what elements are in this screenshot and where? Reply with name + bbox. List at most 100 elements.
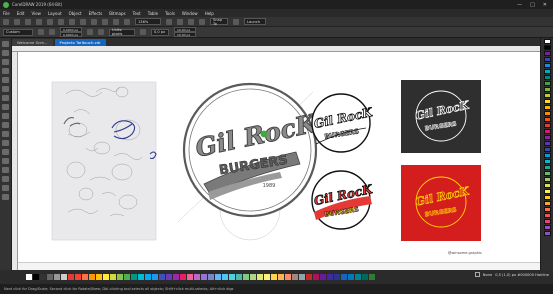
palette-swatch[interactable] — [124, 274, 130, 280]
drawing-canvas[interactable]: Gil RocK BURGERS 1989 Gil RocK BURGERS G… — [18, 52, 540, 270]
freehand-tool-icon[interactable] — [2, 77, 9, 83]
palette-swatch[interactable] — [543, 87, 551, 92]
logo-outline-variant[interactable]: Gil RocK BURGERS — [311, 93, 375, 153]
open-icon[interactable] — [14, 18, 20, 25]
nudge-distance-field[interactable]: 0,0 px — [151, 28, 169, 36]
palette-swatch[interactable] — [236, 274, 242, 280]
ellipse-tool-icon[interactable] — [2, 104, 9, 110]
logo-red-mockup[interactable]: Gil RocK BURGERS — [401, 165, 481, 241]
palette-swatch[interactable] — [543, 153, 551, 158]
palette-swatch[interactable] — [89, 274, 95, 280]
palette-swatch[interactable] — [166, 274, 172, 280]
crop-tool-icon[interactable] — [2, 59, 9, 65]
import-icon[interactable] — [102, 18, 108, 25]
palette-swatch[interactable] — [215, 274, 221, 280]
palette-swatch[interactable] — [229, 274, 235, 280]
palette-swatch[interactable] — [152, 274, 158, 280]
menu-effects[interactable]: Effects — [89, 11, 103, 16]
palette-swatch[interactable] — [68, 274, 74, 280]
close-button[interactable]: ✕ — [543, 2, 547, 8]
maximize-button[interactable]: □ — [530, 2, 535, 8]
polygon-tool-icon[interactable] — [2, 113, 9, 119]
palette-swatch[interactable] — [543, 183, 551, 188]
show-rulers-icon[interactable] — [177, 18, 183, 25]
palette-swatch[interactable] — [47, 274, 53, 280]
palette-swatch[interactable] — [543, 39, 551, 44]
page-width-field[interactable]: 0,0000 px — [60, 27, 82, 32]
show-grid-icon[interactable] — [188, 18, 194, 25]
menu-window[interactable]: Window — [182, 11, 198, 16]
export-icon[interactable] — [113, 18, 119, 25]
palette-swatch[interactable] — [543, 231, 551, 236]
palette-swatch[interactable] — [187, 274, 193, 280]
current-page-icon[interactable] — [98, 29, 104, 35]
palette-swatch[interactable] — [96, 274, 102, 280]
palette-swatch[interactable] — [543, 207, 551, 212]
zoom-level-select[interactable]: 136% — [135, 18, 161, 25]
palette-swatch[interactable] — [320, 274, 326, 280]
menu-view[interactable]: View — [31, 11, 41, 16]
palette-swatch[interactable] — [543, 159, 551, 164]
smart-fill-tool-icon[interactable] — [2, 185, 9, 191]
palette-swatch[interactable] — [271, 274, 277, 280]
palette-swatch[interactable] — [543, 99, 551, 104]
palette-swatch[interactable] — [543, 63, 551, 68]
palette-swatch[interactable] — [306, 274, 312, 280]
main-logo-grey[interactable]: Gil RocK BURGERS 1989 — [182, 82, 321, 218]
palette-swatch[interactable] — [327, 274, 333, 280]
page-size-select[interactable]: Custom — [3, 28, 33, 36]
document-navigator[interactable] — [18, 262, 540, 270]
palette-swatch[interactable] — [543, 57, 551, 62]
palette-swatch[interactable] — [543, 93, 551, 98]
palette-swatch[interactable] — [138, 274, 144, 280]
transparency-tool-icon[interactable] — [2, 158, 9, 164]
save-icon[interactable] — [25, 18, 31, 25]
units-select[interactable]: Units: pixels — [109, 28, 135, 36]
logo-dark-mockup[interactable]: Gil RocK BURGERS — [401, 80, 481, 153]
palette-swatch[interactable] — [355, 274, 361, 280]
palette-swatch[interactable] — [285, 274, 291, 280]
palette-swatch[interactable] — [278, 274, 284, 280]
pick-tool-icon[interactable] — [2, 41, 9, 47]
options-gear-icon[interactable] — [233, 18, 239, 25]
portrait-icon[interactable] — [38, 29, 44, 35]
fill-outline-indicator[interactable]: None 0,5 (1,0) px #000000 Hairline — [474, 272, 549, 277]
tab-welcome-screen[interactable]: Welcome Scre... — [12, 39, 53, 46]
text-tool-icon[interactable] — [2, 122, 9, 128]
print-icon[interactable] — [36, 18, 42, 25]
palette-swatch[interactable] — [208, 274, 214, 280]
palette-swatch[interactable] — [131, 274, 137, 280]
palette-swatch[interactable] — [222, 274, 228, 280]
palette-swatch[interactable] — [201, 274, 207, 280]
palette-swatch[interactable] — [543, 171, 551, 176]
publish-pdf-icon[interactable] — [124, 18, 130, 25]
palette-swatch[interactable] — [543, 225, 551, 230]
palette-swatch[interactable] — [110, 274, 116, 280]
menu-table[interactable]: Table — [148, 11, 158, 16]
menu-file[interactable]: File — [3, 11, 10, 16]
rectangle-tool-icon[interactable] — [2, 95, 9, 101]
menu-tools[interactable]: Tools — [165, 11, 175, 16]
duplicate-distance-x-field[interactable]: 10,00 px — [174, 27, 196, 32]
palette-swatch[interactable] — [543, 69, 551, 74]
palette-swatch[interactable] — [543, 219, 551, 224]
menu-text[interactable]: Text — [133, 11, 141, 16]
redo-icon[interactable] — [91, 18, 97, 25]
palette-swatch[interactable] — [543, 213, 551, 218]
palette-swatch[interactable] — [543, 201, 551, 206]
zoom-tool-icon[interactable] — [2, 68, 9, 74]
palette-swatch[interactable] — [543, 189, 551, 194]
palette-swatch[interactable] — [369, 274, 375, 280]
connector-tool-icon[interactable] — [2, 140, 9, 146]
palette-swatch[interactable] — [194, 274, 200, 280]
palette-swatch[interactable] — [26, 274, 32, 280]
landscape-icon[interactable] — [49, 29, 55, 35]
palette-swatch[interactable] — [82, 274, 88, 280]
duplicate-distance-y-field[interactable]: 10,00 px — [174, 32, 196, 37]
add-tool-icon[interactable] — [2, 194, 9, 200]
palette-swatch[interactable] — [313, 274, 319, 280]
logo-color-variant[interactable]: Gil RocK BURGERS — [311, 170, 375, 230]
palette-swatch[interactable] — [54, 274, 60, 280]
palette-swatch[interactable] — [334, 274, 340, 280]
palette-swatch[interactable] — [543, 123, 551, 128]
